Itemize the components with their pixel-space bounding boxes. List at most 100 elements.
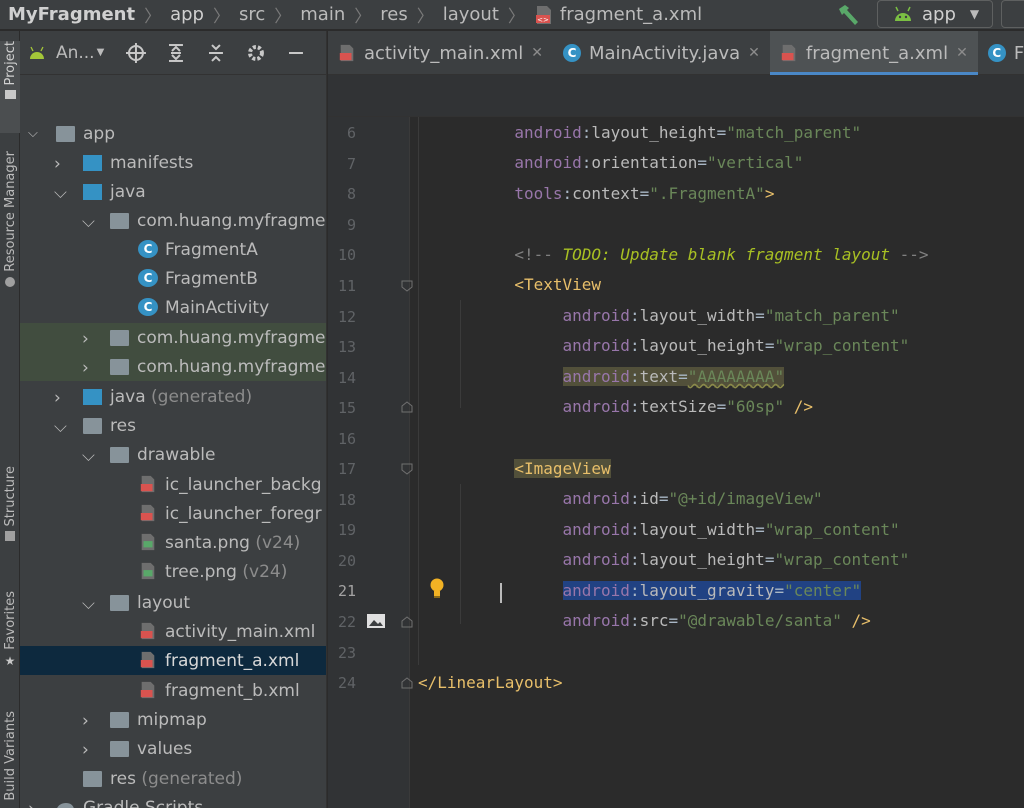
folder-icon xyxy=(110,712,129,728)
tree-node-layout[interactable]: ⌵ layout xyxy=(20,588,326,617)
tree-node-label: res xyxy=(110,415,136,436)
close-icon[interactable]: ✕ xyxy=(748,45,760,61)
chevron-down-icon: ⌵ xyxy=(82,212,95,232)
breadcrumb-layout[interactable]: layout xyxy=(443,4,499,25)
tree-node-santa-png[interactable]: santa.png (v24) xyxy=(20,528,326,557)
tree-node-fragment-b[interactable]: C FragmentB xyxy=(20,264,326,293)
tab-fragment-class[interactable]: C Fra xyxy=(978,31,1024,75)
code-warning-highlight: android:text="AAAAAAAA" xyxy=(562,367,785,386)
tree-node-java[interactable]: ⌵ java xyxy=(20,177,326,206)
tool-window-strip: Project Resource Manager Structure Favor… xyxy=(0,31,20,808)
tree-node-ic-launcher-foreground[interactable]: ic_launcher_foregr xyxy=(20,499,326,528)
gear-icon[interactable] xyxy=(246,43,266,63)
fold-marker-icon[interactable] xyxy=(401,280,413,292)
tool-tab-resource-manager[interactable]: Resource Manager xyxy=(0,151,20,287)
code-namespace: android xyxy=(514,153,582,172)
fold-marker-icon[interactable] xyxy=(401,616,413,628)
hide-minus-icon[interactable] xyxy=(286,43,306,63)
class-icon: C xyxy=(138,240,158,258)
tree-node-label: fragment_b.xml xyxy=(165,680,300,701)
code-line: android:id="@+id/imageView" xyxy=(562,489,823,508)
xml-file-icon: <> xyxy=(535,5,551,24)
chevron-right-icon: 〉 xyxy=(212,7,230,27)
tab-label: fragment_a.xml xyxy=(805,42,949,64)
tree-node-label: ic_launcher_backg xyxy=(165,474,322,495)
tree-node-main-activity[interactable]: C MainActivity xyxy=(20,293,326,322)
tool-tab-label: Resource Manager xyxy=(2,151,18,272)
tree-node-package-android-test[interactable]: › com.huang.myfragme xyxy=(20,323,326,352)
chevron-right-icon: 〉 xyxy=(144,7,162,27)
tree-node-values[interactable]: › values xyxy=(20,734,326,763)
tree-node-java-generated[interactable]: › java (generated) xyxy=(20,382,326,411)
code-value: "match_parent" xyxy=(764,306,900,325)
tree-node-tree-png[interactable]: tree.png (v24) xyxy=(20,557,326,586)
tree-node-res-generated[interactable]: res (generated) xyxy=(20,764,326,793)
tree-node-fragment-a[interactable]: C FragmentA xyxy=(20,235,326,264)
tree-node-ic-launcher-background[interactable]: ic_launcher_backg xyxy=(20,470,326,499)
tree-node-label-wrap: java (generated) xyxy=(110,387,252,407)
build-hammer-icon[interactable] xyxy=(836,3,862,27)
breadcrumb-src[interactable]: src xyxy=(239,4,265,25)
tab-fragment-a-xml[interactable]: fragment_a.xml ✕ xyxy=(769,31,978,75)
device-select[interactable] xyxy=(1001,0,1024,28)
tab-activity-main-xml[interactable]: activity_main.xml ✕ xyxy=(328,31,553,75)
layout-file-icon xyxy=(140,651,155,669)
tree-node-res[interactable]: ⌵ res xyxy=(20,411,326,440)
tool-tab-build-variants[interactable]: Build Variants xyxy=(0,711,20,801)
tab-label: activity_main.xml xyxy=(364,42,524,64)
tree-node-manifests[interactable]: › manifests xyxy=(20,148,326,177)
tool-tab-project[interactable]: Project xyxy=(0,41,20,133)
line-number: 8 xyxy=(346,185,356,203)
svg-text:<>: <> xyxy=(537,16,549,24)
locate-target-icon[interactable] xyxy=(126,42,147,63)
tree-node-package[interactable]: ⌵ com.huang.myfragme xyxy=(20,206,326,235)
chevron-right-icon: › xyxy=(82,740,89,760)
breadcrumb-file[interactable]: fragment_a.xml xyxy=(560,4,702,25)
tree-node-drawable[interactable]: ⌵ drawable xyxy=(20,440,326,469)
fold-marker-icon[interactable] xyxy=(401,463,413,475)
tree-node-activity-main-xml[interactable]: activity_main.xml xyxy=(20,617,326,646)
image-preview-icon[interactable] xyxy=(366,613,386,629)
tree-node-package-test[interactable]: › com.huang.myfragme xyxy=(20,352,326,381)
tree-node-label: com.huang.myfragme xyxy=(137,210,326,231)
tree-node-label: manifests xyxy=(110,152,194,173)
project-view-select[interactable]: An... ▼ xyxy=(56,43,104,63)
close-icon[interactable]: ✕ xyxy=(956,45,968,61)
chevron-right-icon: 〉 xyxy=(354,7,372,27)
tree-node-gradle-scripts[interactable]: › Gradle Scripts xyxy=(20,793,326,808)
fold-marker-icon[interactable] xyxy=(401,401,413,413)
code-value: "wrap_content" xyxy=(774,336,910,355)
tree-node-label: FragmentA xyxy=(165,239,258,260)
breadcrumb-main[interactable]: main xyxy=(300,4,345,25)
code-comment-open: <!-- xyxy=(514,245,563,264)
tool-tab-structure[interactable]: Structure xyxy=(0,466,20,542)
code-value: "@+id/imageView" xyxy=(668,489,823,508)
breadcrumb-res[interactable]: res xyxy=(380,4,407,25)
tree-node-mipmap[interactable]: › mipmap xyxy=(20,705,326,734)
layout-file-icon xyxy=(140,622,155,640)
expand-all-icon[interactable] xyxy=(166,43,186,63)
chevron-right-icon: › xyxy=(54,154,61,174)
tab-label: Fra xyxy=(1013,42,1024,64)
tree-node-label: layout xyxy=(137,592,191,613)
breadcrumb-project[interactable]: MyFragment xyxy=(8,4,135,25)
code-value: "@drawable/santa" xyxy=(678,611,842,630)
code-value: "wrap_content" xyxy=(764,520,900,539)
chevron-right-icon: › xyxy=(54,388,61,408)
tree-node-fragment-a-xml[interactable]: fragment_a.xml xyxy=(20,646,326,675)
tool-tab-favorites[interactable]: Favorites ★ xyxy=(0,591,20,667)
code-namespace: android xyxy=(514,123,582,142)
breadcrumb-module[interactable]: app xyxy=(170,4,204,25)
package-icon xyxy=(110,213,129,229)
code-comment-close: --> xyxy=(890,245,929,264)
close-icon[interactable]: ✕ xyxy=(531,45,543,61)
tab-main-activity-java[interactable]: C MainActivity.java ✕ xyxy=(553,31,770,75)
code-tag-end: /> xyxy=(841,611,871,630)
run-configuration-select[interactable]: app ▼ xyxy=(877,0,993,28)
star-icon: ★ xyxy=(4,653,16,668)
collapse-all-icon[interactable] xyxy=(206,43,226,63)
fold-marker-icon[interactable] xyxy=(401,677,413,689)
tree-node-fragment-b-xml[interactable]: fragment_b.xml xyxy=(20,676,326,705)
line-number: 24 xyxy=(337,674,356,692)
tree-node-app[interactable]: ⌵ app xyxy=(20,119,326,148)
